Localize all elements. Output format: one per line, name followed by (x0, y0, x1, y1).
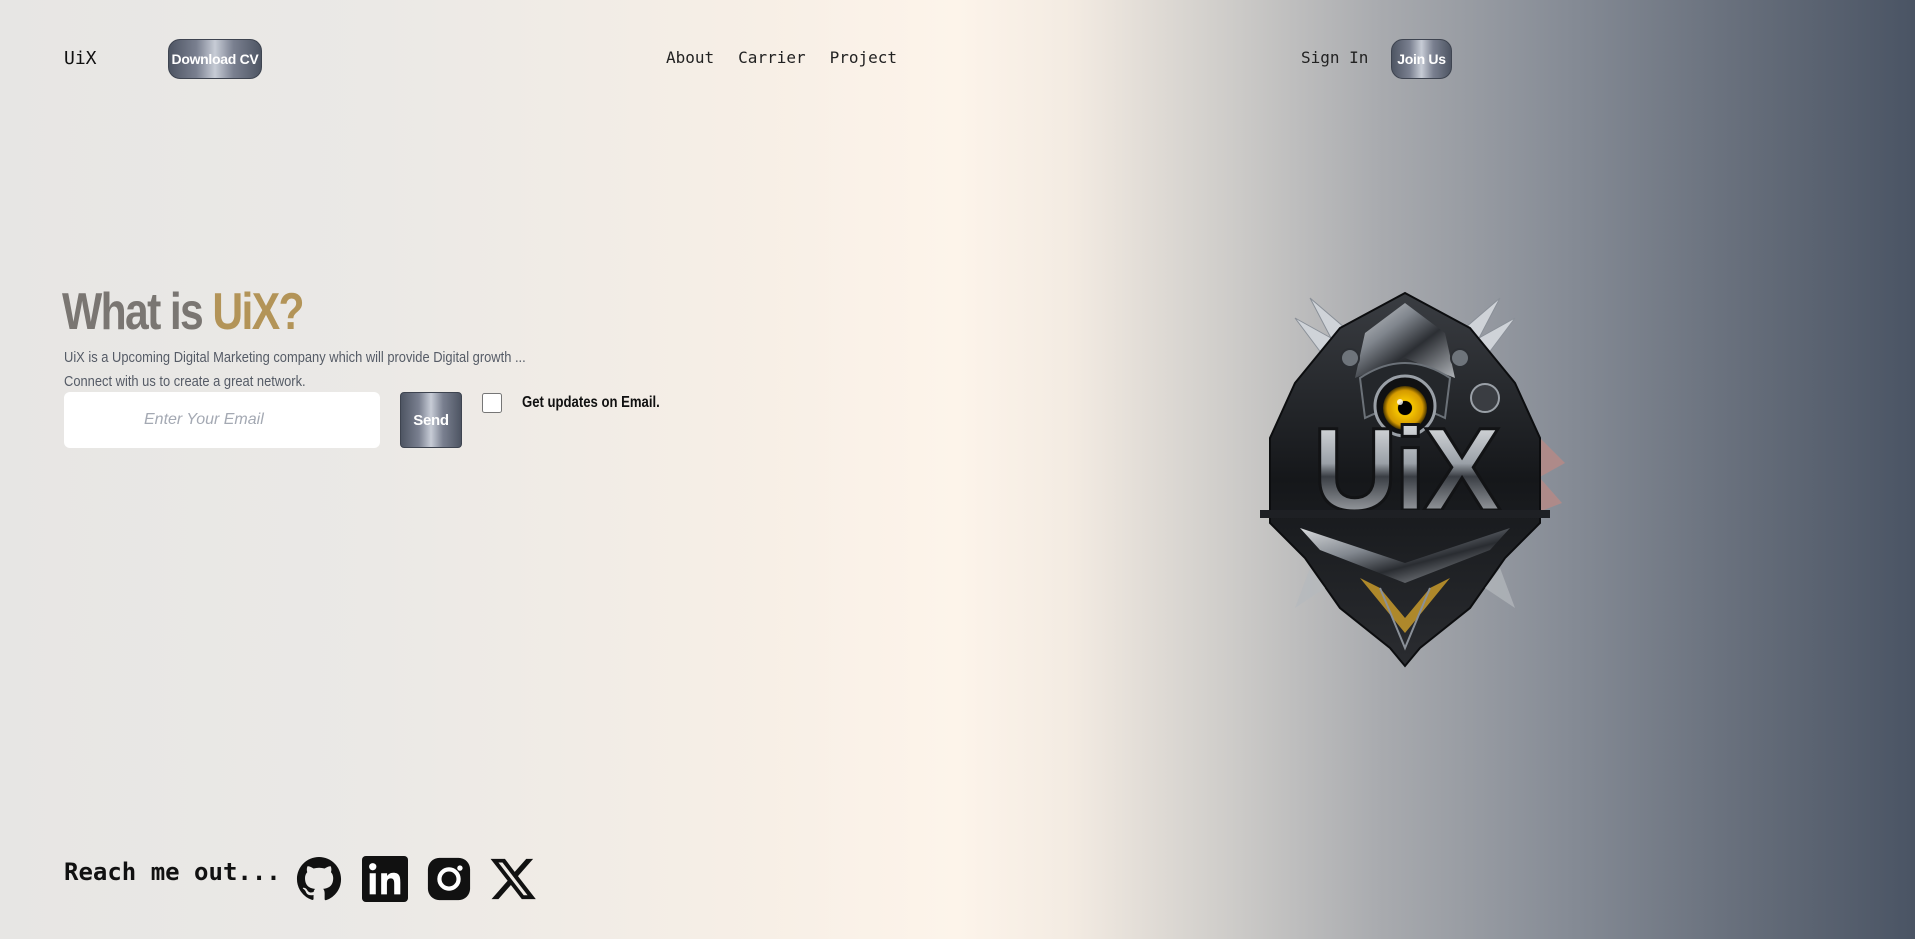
reach-me-label: Reach me out... (64, 858, 281, 886)
uix-emblem-icon: UiX (1240, 288, 1570, 668)
sign-in-link[interactable]: Sign In (1301, 48, 1368, 67)
brand-logo-text[interactable]: UiX (64, 48, 97, 69)
hero-description-line2: Connect with us to create a great networ… (64, 373, 306, 390)
email-updates-checkbox[interactable] (482, 393, 502, 413)
hero-description-line1: UiX is a Upcoming Digital Marketing comp… (64, 349, 526, 366)
instagram-icon[interactable] (426, 856, 472, 902)
nav-item-project[interactable]: Project (830, 48, 897, 67)
hero-description: UiX is a Upcoming Digital Marketing comp… (64, 346, 526, 394)
main-nav: About Carrier Project (666, 48, 897, 67)
hero-title-part2: UiX? (212, 283, 304, 341)
hero-title-part1: What is (62, 283, 204, 341)
hero-title: What is UiX? (62, 282, 305, 342)
github-icon[interactable] (296, 856, 342, 902)
nav-item-about[interactable]: About (666, 48, 714, 67)
x-icon[interactable] (490, 856, 536, 902)
email-updates-label[interactable]: Get updates on Email. (522, 394, 660, 412)
join-us-button[interactable]: Join Us (1391, 39, 1452, 79)
linkedin-icon[interactable] (362, 856, 408, 902)
send-button[interactable]: Send (400, 392, 462, 448)
email-input[interactable] (64, 392, 380, 448)
download-cv-button[interactable]: Download CV (168, 39, 262, 79)
nav-item-carrier[interactable]: Carrier (738, 48, 805, 67)
